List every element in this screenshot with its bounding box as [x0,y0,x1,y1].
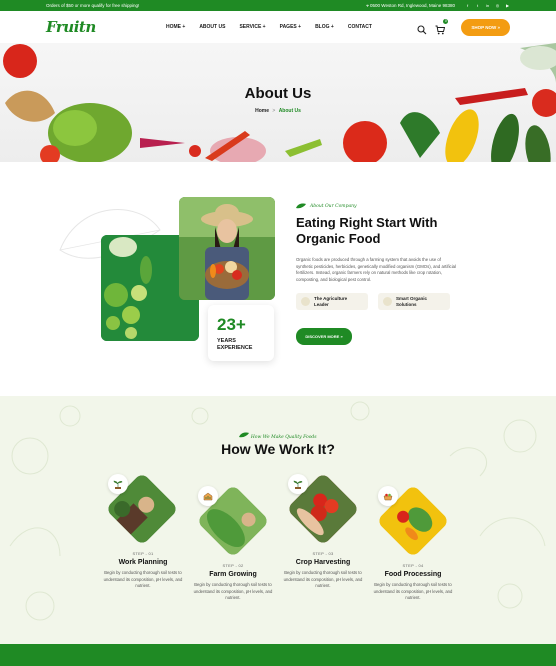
basket-icon [378,486,398,506]
social-links: f t in ◎ ▶ [465,3,510,8]
footer-band [0,644,556,666]
leaf-icon [296,203,306,209]
feature-label: Smart Organic Solutions [396,296,428,307]
search-icon[interactable] [417,22,427,35]
feature-smart-organic: Smart Organic Solutions [378,293,450,311]
farmer-photo [179,197,275,300]
work-tagline: How We Make Quality Foods [0,432,556,440]
vegetables-banner-image [3,43,556,162]
step-description: Begin by conducting thorough soil tests … [103,570,183,588]
experience-label: YEARS EXPERIENCE [217,338,253,351]
feature-label: The Agriculture Leader [314,296,348,307]
step-number: STEP - 04 [402,563,424,568]
step-description: Begin by conducting thorough soil tests … [373,582,453,600]
step-food-processing: STEP - 04 Food Processing Begin by condu… [368,563,458,602]
main-nav: HOME + ABOUT US SERVICE + PAGES + BLOG +… [166,24,372,30]
about-description: Organic foods are produced through a far… [296,256,457,283]
address-text: ⌖ 0500 Weston Rd, Inglewood, Maine 98380 [366,3,455,8]
page-hero: About Us Home > About Us [0,43,556,162]
nav-pages[interactable]: PAGES + [280,24,301,30]
breadcrumb-separator: > [272,108,276,114]
twitter-icon[interactable]: t [475,3,480,8]
experience-number: 23+ [217,315,246,334]
nav-about-us[interactable]: ABOUT US [199,24,225,30]
cart-count-badge: 0 [443,19,449,24]
feature-list: The Agriculture Leader Smart Organic Sol… [296,293,456,311]
leaf-icon [239,432,250,438]
shop-now-button[interactable]: SHOP NOW » [461,18,510,36]
farmer-icon [301,297,310,307]
step-number: STEP - 03 [312,551,334,556]
page-title: About Us [244,85,312,102]
step-title: Food Processing [384,571,442,578]
step-number: STEP - 01 [132,551,154,556]
work-tagline-text: How We Make Quality Foods [250,435,317,440]
about-tagline: About Our Company [296,203,456,209]
facebook-icon[interactable]: f [465,3,470,8]
step-title: Work Planning [118,559,168,566]
plant-icon [108,474,128,494]
nav-contact[interactable]: CONTACT [348,24,372,30]
work-title: How We Work It? [221,441,335,457]
nav-home[interactable]: HOME + [166,24,185,30]
nav-service[interactable]: SERVICE + [239,24,265,30]
linkedin-icon[interactable]: in [485,3,490,8]
experience-card: 23+ YEARS EXPERIENCE [208,305,274,361]
feature-agriculture-leader: The Agriculture Leader [296,293,368,311]
logo[interactable]: Fruitn [46,18,156,36]
discover-more-button[interactable]: DISCOVER MORE » [296,328,352,346]
step-number: STEP - 02 [222,563,244,568]
instagram-icon[interactable]: ◎ [495,3,500,8]
greenhouse-icon [198,486,218,506]
produce-icon [383,297,392,307]
top-bar: Orders of $50 or more qualify for free s… [0,0,556,11]
how-we-work-section: How We Make Quality Foods How We Work It… [0,396,556,644]
about-tagline-text: About Our Company [310,203,357,209]
breadcrumb-home[interactable]: Home [255,108,269,114]
site-header: Fruitn HOME + ABOUT US SERVICE + PAGES +… [0,11,556,43]
nav-blog[interactable]: BLOG + [315,24,334,30]
step-description: Begin by conducting thorough soil tests … [193,582,273,600]
about-content: About Our Company Eating Right Start Wit… [296,203,457,346]
promo-text: Orders of $50 or more qualify for free s… [46,3,140,8]
cart-icon[interactable]: 0 [435,19,449,35]
youtube-icon[interactable]: ▶ [505,3,510,8]
step-farm-growing: STEP - 02 Farm Growing Begin by conducti… [188,563,278,602]
step-title: Farm Growing [209,571,257,578]
about-title: Eating Right Start With Organic Food [296,215,438,246]
step-title: Crop Harvesting [295,559,351,566]
breadcrumb-current: About Us [278,108,301,114]
address-value: 0500 Weston Rd, Inglewood, Maine 98380 [370,3,455,8]
sprout-icon [288,474,308,494]
step-description: Begin by conducting thorough soil tests … [283,570,363,588]
step-work-planning: STEP - 01 Work Planning Begin by conduct… [98,551,188,590]
breadcrumb: Home > About Us [0,108,556,114]
step-crop-harvesting: STEP - 03 Crop Harvesting Begin by condu… [278,551,368,590]
